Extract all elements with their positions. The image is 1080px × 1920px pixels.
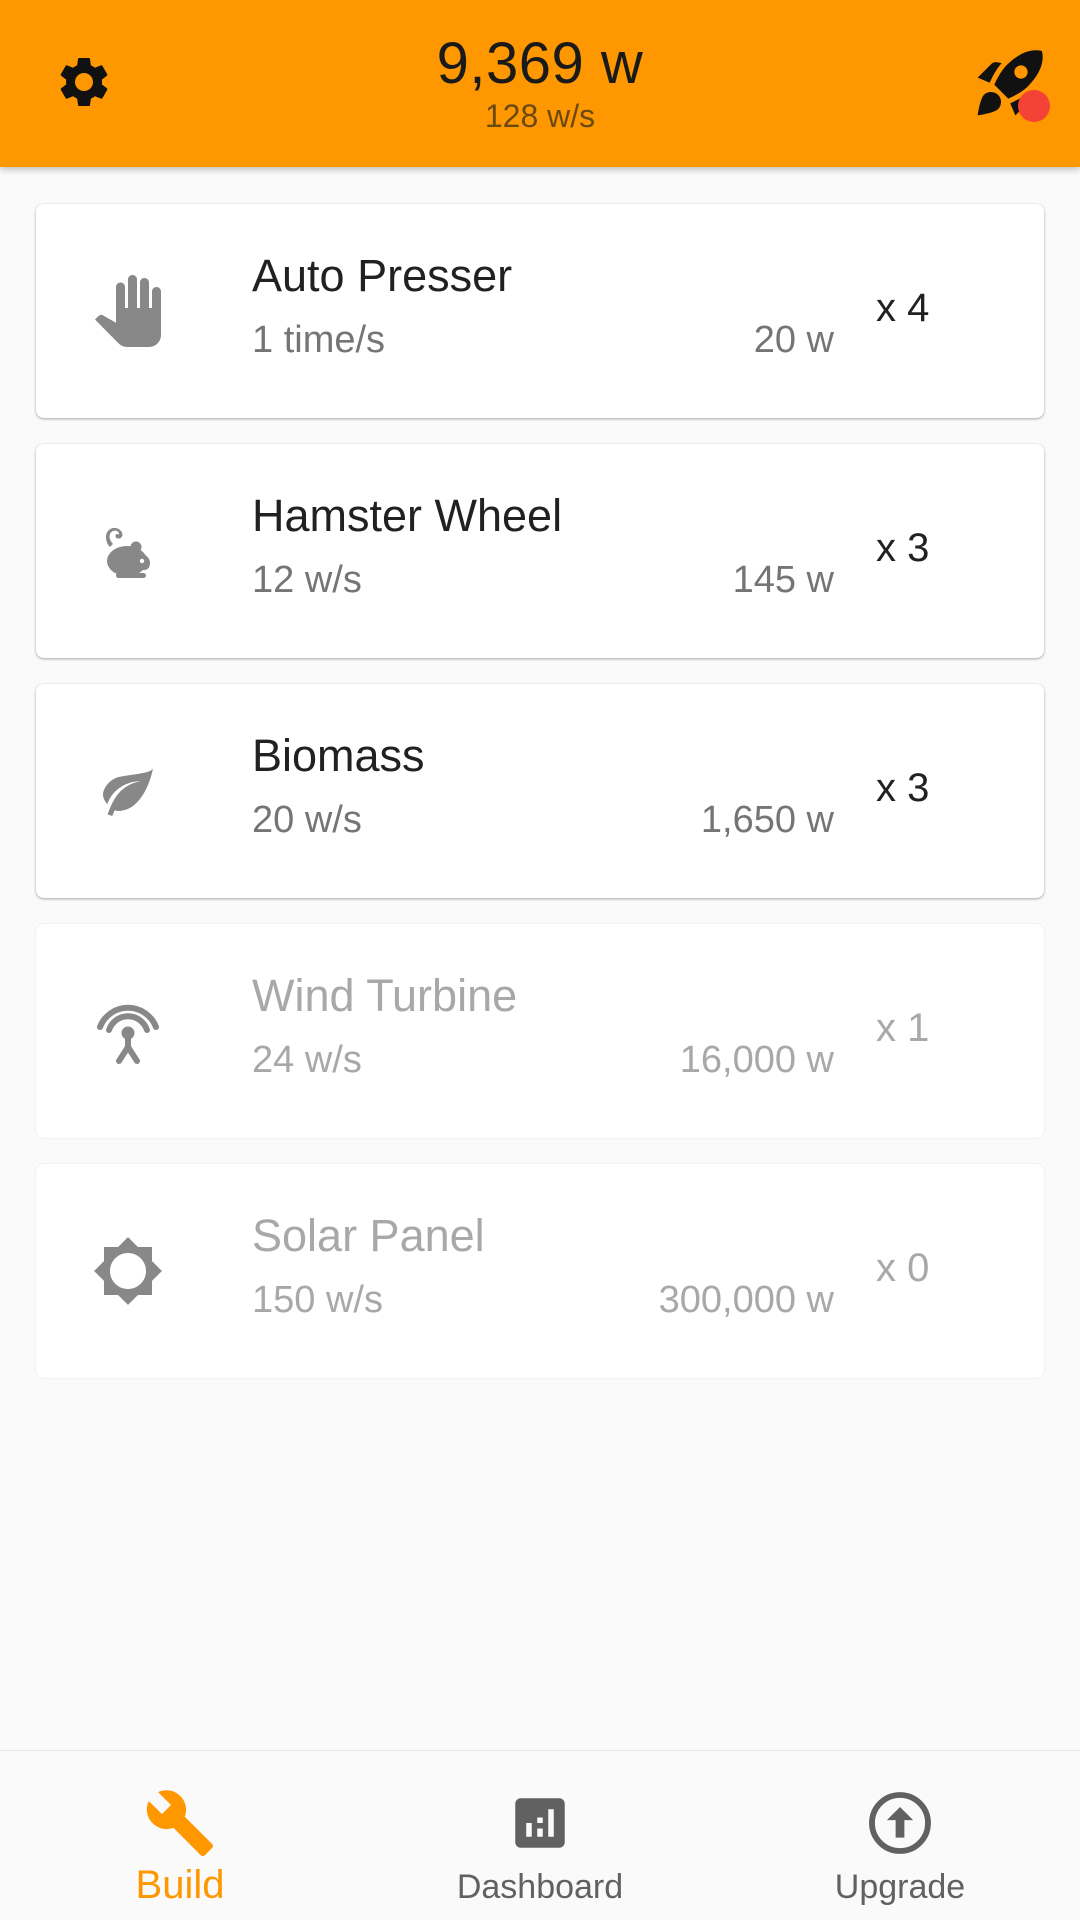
leaf-icon: [88, 751, 168, 831]
generator-count: x 0: [876, 1246, 930, 1290]
mouse-icon: [88, 511, 168, 591]
generator-card-wind-turbine[interactable]: Wind Turbine 24 w/s 16,000 w x 1: [36, 924, 1044, 1138]
generator-name: Solar Panel: [252, 1210, 485, 1261]
generator-cost: 20 w: [753, 319, 834, 361]
app-bar: 9,369 w 128 w/s: [0, 0, 1080, 167]
notification-dot: [1018, 90, 1050, 122]
generator-count: x 3: [876, 526, 930, 570]
generator-rate: 20 w/s: [252, 799, 362, 841]
nav-dashboard[interactable]: Dashboard: [360, 1751, 720, 1920]
generator-rate: 1 time/s: [252, 319, 386, 361]
chart-icon: [504, 1787, 576, 1859]
bottom-navigation: Build Dashboard Upgrade: [0, 1750, 1080, 1920]
generator-name: Hamster Wheel: [252, 490, 563, 541]
hand-icon: [88, 271, 168, 351]
generator-rate: 12 w/s: [252, 559, 362, 601]
generator-rate: 24 w/s: [252, 1039, 362, 1081]
nav-dashboard-label: Dashboard: [456, 1868, 624, 1906]
generator-cost: 300,000 w: [658, 1279, 834, 1321]
settings-button[interactable]: [36, 36, 132, 132]
generator-cost: 145 w: [732, 559, 834, 601]
generator-count: x 3: [876, 766, 930, 810]
upgrade-icon: [864, 1787, 936, 1859]
antenna-icon: [88, 991, 168, 1071]
generator-list: Auto Presser 1 time/s 20 w x 4 Hamster W…: [36, 204, 1044, 1404]
generator-rate: 150 w/s: [252, 1279, 383, 1321]
power-rate: 128 w/s: [484, 98, 596, 134]
nav-upgrade[interactable]: Upgrade: [720, 1751, 1080, 1920]
generator-name: Wind Turbine: [252, 970, 518, 1021]
generator-name: Biomass: [252, 730, 425, 781]
nav-upgrade-label: Upgrade: [834, 1868, 966, 1906]
generator-count: x 1: [876, 1006, 930, 1050]
nav-build-label: Build: [135, 1863, 225, 1907]
gear-icon: [54, 52, 114, 117]
wrench-icon: [144, 1787, 216, 1859]
header-titles: 9,369 w 128 w/s: [240, 26, 840, 134]
generator-card-biomass[interactable]: Biomass 20 w/s 1,650 w x 3: [36, 684, 1044, 898]
sun-icon: [88, 1231, 168, 1311]
total-power: 9,369 w: [436, 31, 644, 96]
generator-card-auto-presser[interactable]: Auto Presser 1 time/s 20 w x 4: [36, 204, 1044, 418]
generator-cost: 1,650 w: [700, 799, 834, 841]
boost-button[interactable]: [956, 36, 1066, 132]
generator-name: Auto Presser: [252, 250, 513, 301]
generator-count: x 4: [876, 286, 930, 330]
generator-card-hamster-wheel[interactable]: Hamster Wheel 12 w/s 145 w x 3: [36, 444, 1044, 658]
nav-build[interactable]: Build: [0, 1751, 360, 1920]
generator-card-solar-panel[interactable]: Solar Panel 150 w/s 300,000 w x 0: [36, 1164, 1044, 1378]
generator-cost: 16,000 w: [679, 1039, 834, 1081]
